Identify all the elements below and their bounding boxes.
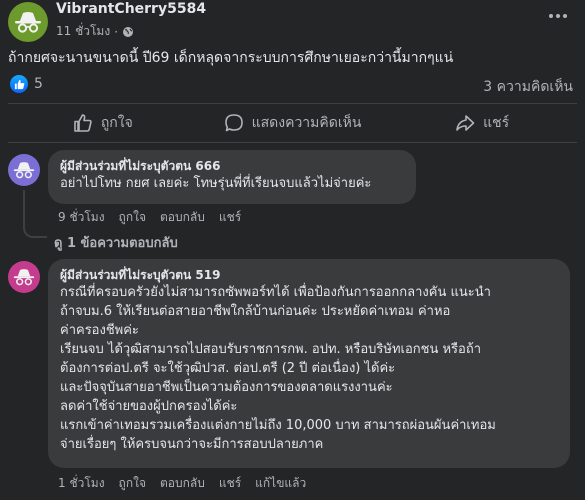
comment-time[interactable]: 9 ชั่วโมง bbox=[58, 208, 105, 227]
more-options-button[interactable] bbox=[546, 6, 570, 26]
share-label: แชร์ bbox=[483, 115, 510, 131]
post-author-avatar[interactable] bbox=[8, 2, 48, 42]
reply-thread-line bbox=[23, 190, 47, 238]
comment-line: ลดค่าใช้จ่ายของผู้ปกครองได้ค่ะ bbox=[60, 399, 238, 414]
comment-line: ค่าครองชีพค่ะ bbox=[60, 323, 139, 338]
post-meta: 11 ชั่วโมง · bbox=[56, 22, 134, 41]
post-text: ถ้ากยศจะนานขนาดนี้ ปี69 เด็กหลุดจากระบบก… bbox=[8, 50, 454, 66]
comment-button[interactable]: แสดงความคิดเห็น bbox=[198, 104, 388, 142]
incognito-icon bbox=[15, 12, 41, 33]
comment-share-button[interactable]: แชร์ bbox=[219, 208, 241, 227]
comment-reply-button[interactable]: ตอบกลับ bbox=[160, 208, 205, 227]
comment-line: แรกเข้าค่าเทอมรวมเครื่องแต่งกายไม่ถึง 10… bbox=[60, 418, 496, 433]
comment-text: อย่าไปโทษ กยศ เลยค่ะ โทษรุ่นพี่ที่เรียนจ… bbox=[60, 176, 372, 191]
post-action-bar: ถูกใจ แสดงความคิดเห็น แชร์ bbox=[8, 104, 577, 142]
comment-reply-button[interactable]: ตอบกลับ bbox=[160, 474, 205, 493]
post-header: VibrantCherry5584 11 ชั่วโมง · bbox=[0, 0, 585, 44]
comment-line: ถ้าจบม.6 ให้เรียนต่อสายอาชีพใกล้บ้านก่อน… bbox=[60, 304, 451, 319]
meta-separator: · bbox=[114, 24, 119, 39]
comment-label: แสดงความคิดเห็น bbox=[251, 115, 362, 131]
share-arrow-icon bbox=[456, 115, 475, 131]
like-reaction-icon bbox=[10, 75, 28, 93]
comment-count[interactable]: 3 ความคิดเห็น bbox=[483, 76, 573, 98]
globe-icon[interactable] bbox=[122, 26, 134, 38]
view-replies-link[interactable]: ดู 1 ข้อความตอบกลับ bbox=[54, 232, 178, 253]
comment-avatar[interactable] bbox=[8, 261, 40, 293]
reaction-count: 5 bbox=[34, 76, 43, 92]
more-dots-icon bbox=[549, 14, 553, 18]
like-label: ถูกใจ bbox=[100, 115, 133, 131]
comment-actions: 1 ชั่วโมง ถูกใจ ตอบกลับ แชร์ แก้ไขแล้ว bbox=[58, 474, 306, 493]
comment-line: จ่ายเรื่อยๆ ให้ครบจนกว่าจะมีการสอบปลายภา… bbox=[60, 437, 324, 452]
comment-bubble: ผู้มีส่วนร่วมที่ไม่ระบุตัวตน 666 อย่าไปโ… bbox=[48, 150, 416, 204]
comment-bubble-icon bbox=[224, 114, 243, 132]
comment-line: ต้องการต่อป.ตรี จะใช้วุฒิปวส. ต่อป.ตรี (… bbox=[60, 361, 396, 376]
post-author-name[interactable]: VibrantCherry5584 bbox=[56, 1, 206, 17]
comment-line: กรณีที่ครอบครัวยังไม่สามารถซัพพอร์ทได้ เ… bbox=[60, 285, 491, 300]
comment-like-button[interactable]: ถูกใจ bbox=[119, 208, 146, 227]
comment-edited-label[interactable]: แก้ไขแล้ว bbox=[255, 474, 306, 493]
comment-line: เรียนจบ ได้วุฒิสามารถไปสอบรับราชการกพ. อ… bbox=[60, 342, 482, 357]
comment-share-button[interactable]: แชร์ bbox=[219, 474, 241, 493]
thumbs-up-icon bbox=[74, 114, 92, 132]
like-button[interactable]: ถูกใจ bbox=[8, 104, 198, 142]
share-button[interactable]: แชร์ bbox=[387, 104, 577, 142]
divider bbox=[8, 142, 577, 143]
comment-line: และปัจจุบันสายอาชีพเป็นความต้องการของตลา… bbox=[60, 380, 393, 395]
incognito-icon bbox=[13, 162, 35, 179]
comment-time[interactable]: 1 ชั่วโมง bbox=[58, 474, 105, 493]
comment-author[interactable]: ผู้มีส่วนร่วมที่ไม่ระบุตัวตน 666 bbox=[60, 158, 404, 174]
comment-bubble: ผู้มีส่วนร่วมที่ไม่ระบุตัวตน 519 กรณีที่… bbox=[48, 259, 570, 468]
post-time[interactable]: 11 ชั่วโมง bbox=[56, 22, 110, 41]
comment-actions: 9 ชั่วโมง ถูกใจ ตอบกลับ แชร์ bbox=[58, 208, 241, 227]
comment-like-button[interactable]: ถูกใจ bbox=[119, 474, 146, 493]
comment-author[interactable]: ผู้มีส่วนร่วมที่ไม่ระบุตัวตน 519 bbox=[60, 267, 558, 283]
comment-avatar[interactable] bbox=[8, 154, 40, 186]
incognito-icon bbox=[13, 269, 35, 286]
reaction-summary[interactable]: 5 bbox=[10, 75, 43, 93]
